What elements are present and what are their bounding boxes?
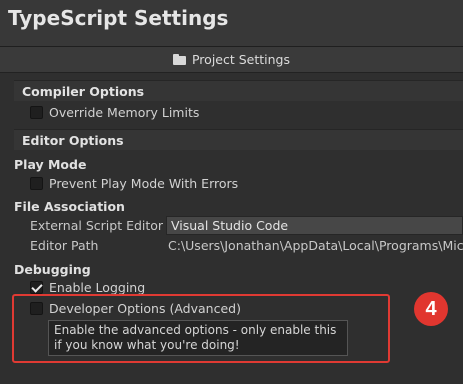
developer-options-tooltip: Enable the advanced options - only enabl… xyxy=(48,320,348,356)
debugging-heading: Debugging xyxy=(14,262,91,277)
enable-logging-checkbox[interactable] xyxy=(30,281,43,294)
prevent-play-mode-label: Prevent Play Mode With Errors xyxy=(49,176,239,191)
external-script-editor-label: External Script Editor xyxy=(30,218,164,233)
developer-options-row[interactable]: Developer Options (Advanced) xyxy=(30,301,241,316)
prevent-play-mode-checkbox[interactable] xyxy=(30,177,43,190)
prevent-play-mode-row[interactable]: Prevent Play Mode With Errors xyxy=(30,176,238,191)
override-memory-limits-label: Override Memory Limits xyxy=(49,105,200,120)
external-script-editor-dropdown[interactable]: Visual Studio Code xyxy=(166,216,463,235)
annotation-badge: 4 xyxy=(414,292,448,326)
developer-options-label: Developer Options (Advanced) xyxy=(49,301,241,316)
file-association-heading: File Association xyxy=(14,199,125,214)
play-mode-heading: Play Mode xyxy=(14,157,87,172)
project-settings-header: Project Settings xyxy=(0,47,463,73)
override-memory-limits-checkbox[interactable] xyxy=(30,106,43,119)
editor-path-value[interactable]: C:\Users\Jonathan\AppData\Local\Programs… xyxy=(168,238,463,253)
window-title: TypeScript Settings xyxy=(8,6,229,30)
folder-icon xyxy=(172,54,186,65)
editor-path-label: Editor Path xyxy=(30,238,99,253)
compiler-options-section[interactable]: Compiler Options xyxy=(14,80,463,101)
enable-logging-label: Enable Logging xyxy=(49,280,146,295)
developer-options-checkbox[interactable] xyxy=(30,302,43,315)
enable-logging-row[interactable]: Enable Logging xyxy=(30,280,145,295)
project-settings-label: Project Settings xyxy=(191,52,290,67)
editor-options-section[interactable]: Editor Options xyxy=(14,129,463,150)
override-memory-limits-row[interactable]: Override Memory Limits xyxy=(30,105,199,120)
